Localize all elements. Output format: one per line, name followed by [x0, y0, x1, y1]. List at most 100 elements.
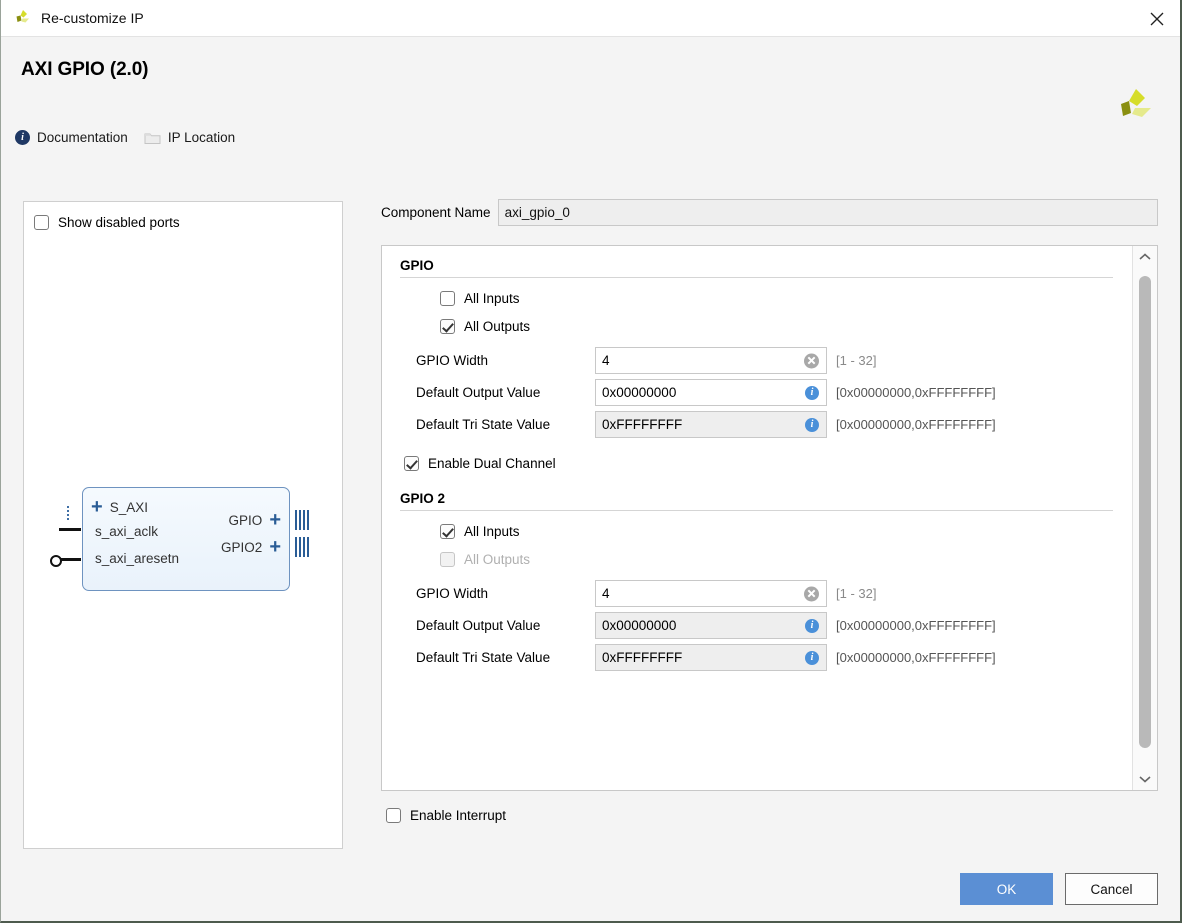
- port-gpio-label: GPIO: [228, 512, 263, 528]
- show-disabled-ports-checkbox[interactable]: Show disabled ports: [24, 202, 342, 230]
- clock-pin-icon: [59, 528, 81, 531]
- reset-pin-inverted-icon: [50, 555, 81, 567]
- ip-location-link-label: IP Location: [167, 130, 236, 145]
- gpio-all-inputs-checkbox[interactable]: All Inputs: [440, 291, 1131, 306]
- gpio2-bus-lines-icon: [295, 537, 311, 557]
- gpio-default-output-row: Default Output Value 0x00000000 i [0x000…: [416, 379, 1131, 406]
- port-s-axi-aclk: s_axi_aclk: [95, 524, 158, 539]
- gpio-all-outputs-label: All Outputs: [464, 319, 531, 334]
- gpio-width-input[interactable]: 4: [595, 347, 827, 374]
- gpio2-all-inputs-label: All Inputs: [464, 524, 520, 539]
- expand-plus-icon: +: [269, 509, 281, 531]
- dialog-header: AXI GPIO (2.0) i Documentation IP Locati…: [1, 37, 1180, 159]
- gpio-default-tristate-label: Default Tri State Value: [416, 417, 551, 432]
- port-s-axi-aresetn: s_axi_aresetn: [95, 551, 179, 566]
- gpio2-width-value: 4: [602, 586, 610, 601]
- component-name-value: axi_gpio_0: [504, 205, 570, 220]
- close-icon[interactable]: [1134, 0, 1180, 37]
- gpio-default-tristate-range: [0x00000000,0xFFFFFFFF]: [836, 417, 996, 432]
- gpio-default-tristate-input: 0xFFFFFFFF i: [595, 411, 827, 438]
- checkbox-box: [386, 808, 401, 823]
- gpio2-all-outputs-checkbox: All Outputs: [440, 552, 1131, 567]
- gpio-default-output-value: 0x00000000: [602, 385, 677, 400]
- documentation-link[interactable]: i Documentation: [15, 130, 128, 145]
- gpio2-default-tristate-input: 0xFFFFFFFF i: [595, 644, 827, 671]
- settings-content: GPIO All Inputs All Outputs GPIO Width 4: [382, 246, 1131, 790]
- gpio-default-tristate-value: 0xFFFFFFFF: [602, 417, 683, 432]
- port-s-axi[interactable]: + S_AXI: [91, 497, 148, 517]
- bus-connector-dots-icon: [67, 504, 69, 522]
- component-name-input[interactable]: axi_gpio_0: [497, 199, 1158, 226]
- chevron-down-icon[interactable]: [1133, 768, 1157, 790]
- gpio2-all-outputs-label: All Outputs: [464, 552, 531, 567]
- gpio-all-inputs-label: All Inputs: [464, 291, 520, 306]
- port-s-axi-aclk-label: s_axi_aclk: [95, 524, 159, 539]
- gpio2-default-output-input: 0x00000000 i: [595, 612, 827, 639]
- chevron-up-icon[interactable]: [1133, 246, 1157, 268]
- gpio2-default-output-range: [0x00000000,0xFFFFFFFF]: [836, 618, 996, 633]
- gpio-bus-lines-icon: [295, 510, 311, 530]
- scrollbar-thumb[interactable]: [1139, 276, 1151, 748]
- gpio2-width-input[interactable]: 4: [595, 580, 827, 607]
- show-disabled-ports-label: Show disabled ports: [58, 215, 180, 230]
- port-gpio2[interactable]: GPIO2 +: [221, 537, 281, 557]
- folder-icon: [144, 131, 161, 145]
- gpio2-default-tristate-value: 0xFFFFFFFF: [602, 650, 683, 665]
- checkbox-box: [440, 552, 455, 567]
- info-icon: i: [15, 130, 30, 145]
- enable-dual-channel-checkbox[interactable]: Enable Dual Channel: [404, 456, 1131, 471]
- cancel-button[interactable]: Cancel: [1065, 873, 1158, 905]
- gpio-default-tristate-row: Default Tri State Value 0xFFFFFFFF i [0x…: [416, 411, 1131, 438]
- vertical-scrollbar[interactable]: [1132, 246, 1157, 790]
- gpio2-width-range: [1 - 32]: [836, 586, 877, 601]
- scrollbar-track[interactable]: [1133, 268, 1157, 768]
- info-icon[interactable]: i: [805, 385, 819, 400]
- gpio-width-row: GPIO Width 4 [1 - 32]: [416, 347, 1131, 374]
- gpio-default-output-label: Default Output Value: [416, 385, 541, 400]
- port-gpio[interactable]: GPIO +: [229, 510, 281, 530]
- documentation-link-label: Documentation: [37, 130, 128, 145]
- gpio2-default-tristate-label: Default Tri State Value: [416, 650, 551, 665]
- port-s-axi-label: S_AXI: [109, 499, 148, 515]
- section-divider: [400, 277, 1113, 278]
- gpio-width-value: 4: [602, 353, 610, 368]
- gpio2-all-inputs-checkbox[interactable]: All Inputs: [440, 524, 1131, 539]
- ip-block-diagram: + S_AXI s_axi_aclk s_axi_aresetn GPIO + …: [50, 487, 309, 591]
- ok-button-label: OK: [996, 881, 1017, 897]
- checkbox-box: [34, 215, 49, 230]
- settings-scroll-region: GPIO All Inputs All Outputs GPIO Width 4: [381, 245, 1158, 791]
- checkbox-box: [440, 319, 455, 334]
- gpio-default-output-range: [0x00000000,0xFFFFFFFF]: [836, 385, 996, 400]
- window-title: Re-customize IP: [41, 10, 144, 26]
- ok-button[interactable]: OK: [960, 873, 1053, 905]
- section-title-gpio2: GPIO 2: [400, 491, 446, 506]
- gpio2-default-tristate-row: Default Tri State Value 0xFFFFFFFF i [0x…: [416, 644, 1131, 671]
- gpio2-default-output-row: Default Output Value 0x00000000 i [0x000…: [416, 612, 1131, 639]
- ip-location-link[interactable]: IP Location: [144, 130, 235, 145]
- enable-interrupt-checkbox[interactable]: Enable Interrupt: [386, 808, 1158, 823]
- component-name-label: Component Name: [381, 205, 491, 220]
- header-links: i Documentation IP Location: [15, 130, 235, 145]
- gpio2-default-tristate-range: [0x00000000,0xFFFFFFFF]: [836, 650, 996, 665]
- enable-interrupt-label: Enable Interrupt: [410, 808, 507, 823]
- gpio-all-outputs-checkbox[interactable]: All Outputs: [440, 319, 1131, 334]
- section-divider: [400, 510, 1113, 511]
- component-name-row: Component Name axi_gpio_0: [381, 199, 1158, 226]
- info-icon[interactable]: i: [805, 650, 819, 665]
- info-icon[interactable]: i: [805, 618, 819, 633]
- cancel-button-label: Cancel: [1090, 881, 1133, 897]
- xilinx-logo-icon: [13, 8, 33, 28]
- dialog-footer: OK Cancel: [960, 873, 1158, 905]
- checkbox-box: [404, 456, 419, 471]
- gpio-default-output-input[interactable]: 0x00000000 i: [595, 379, 827, 406]
- gpio2-default-output-value: 0x00000000: [602, 618, 677, 633]
- gpio2-width-label: GPIO Width: [416, 586, 489, 601]
- port-s-axi-aresetn-label: s_axi_aresetn: [95, 551, 180, 566]
- info-icon[interactable]: i: [805, 417, 819, 432]
- clear-icon[interactable]: [804, 353, 819, 368]
- section-title-gpio: GPIO: [400, 258, 434, 273]
- gpio-width-label: GPIO Width: [416, 353, 489, 368]
- dialog-body: Show disabled ports + S_AXI s_axi_aclk s…: [1, 159, 1180, 905]
- gpio-width-range: [1 - 32]: [836, 353, 877, 368]
- clear-icon[interactable]: [804, 586, 819, 601]
